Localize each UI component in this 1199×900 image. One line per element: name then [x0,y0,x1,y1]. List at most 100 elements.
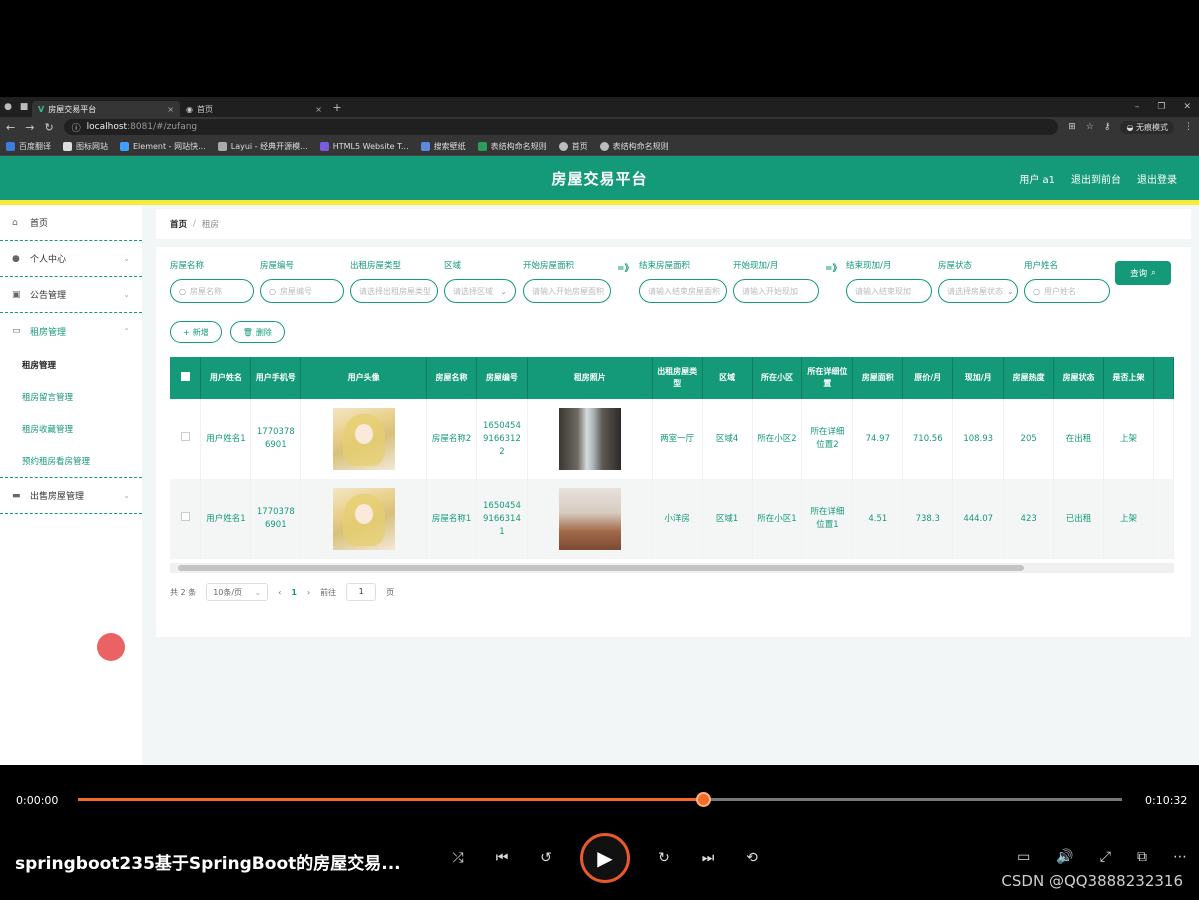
bookmark-item[interactable]: 首页 [558,141,588,152]
table-row[interactable]: 用户姓名1 17703786901 房屋名称2 165045491663122 … [170,399,1174,479]
tab-title: 首页 [196,104,213,114]
sidebar-item-notice[interactable]: ▣ 公告管理 ⌄ [0,277,142,313]
area-start-input[interactable]: 请输入开始房屋面积 [523,279,611,303]
url-field[interactable]: ⓘ localhost:8081/#/zufang [63,119,1059,135]
sidebar-item-profile[interactable]: ● 个人中心 ⌄ [0,241,142,277]
close-icon[interactable]: × [315,105,322,114]
tab-list-icon[interactable]: ■ [16,102,32,112]
goto-page-input[interactable]: 1 [346,583,377,601]
submenu-item-rental-appointment[interactable]: 预约租房看房管理 [0,445,142,477]
rental-photo-image[interactable] [558,408,621,470]
sidebar-item-sale[interactable]: ▬ 出售房屋管理 ⌄ [0,478,142,514]
bookmark-item[interactable]: 百度翻译 [6,141,51,152]
row-checkbox[interactable] [180,512,190,521]
current-page[interactable]: 1 [291,588,297,597]
submenu-item-rental-message[interactable]: 租房留言管理 [0,381,142,413]
price-end-input[interactable]: 请输入结束现加 [846,279,932,303]
bookmark-item[interactable]: 搜索壁纸 [420,141,466,152]
forward-30-icon[interactable]: ↻ [654,848,674,868]
sidebar-item-home[interactable]: ⌂ 首页 [0,205,142,241]
sidebar: ⌂ 首页 ● 个人中心 ⌄ ▣ 公告管理 ⌄ ▭ 租房管理 ⌃ 租房管理 租房留… [0,205,142,765]
cell-region: 区域1 [702,479,753,559]
next-icon[interactable]: ⏭ [698,848,718,868]
key-icon[interactable]: ⚷ [1104,122,1111,132]
user-avatar-image[interactable] [332,408,395,470]
page-size-select[interactable]: 10条/页 ⌄ [206,583,269,601]
element-icon [120,141,129,151]
row-checkbox[interactable] [180,432,190,441]
miniplayer-icon[interactable]: ⧉ [1137,849,1147,865]
shuffle-icon[interactable]: ⤮ [448,848,468,868]
close-icon[interactable]: × [167,105,174,114]
delete-button[interactable]: 🗑 删除 [229,321,285,343]
new-tab-button[interactable]: + [328,101,346,114]
previous-icon[interactable]: ⏮ [492,848,512,868]
house-icon: ▬ [12,490,21,501]
star-icon[interactable]: ☆ [1086,122,1094,132]
tab-platform[interactable]: V 房屋交易平台 × [32,101,180,117]
back-icon[interactable]: ← [6,121,15,134]
house-name-input[interactable]: ○ 房屋名称 [170,279,254,303]
house-code-input[interactable]: ○ 房屋编号 [260,279,344,303]
to-front-link[interactable]: 退出到前台 [1071,171,1121,186]
tab-home[interactable]: ◉ 首页 × [180,101,328,117]
sidebar-item-rental[interactable]: ▭ 租房管理 ⌃ [0,313,142,349]
page-size-label: 10条/页 [213,587,243,597]
select-all-cell [170,357,202,399]
table-row[interactable]: 用户姓名1 17703786901 房屋名称1 165045491663141 … [170,479,1174,559]
rental-photo-image[interactable] [558,488,621,550]
bookmark-item[interactable]: Layui - 经典开源模... [217,141,308,152]
bookmark-item[interactable]: 图标网站 [63,141,108,152]
search-icon: ○ [269,286,276,296]
scrollbar-thumb[interactable] [178,565,1024,571]
more-options-icon[interactable]: ⋯ [1173,849,1187,865]
csdn-watermark: CSDN @QQ3888232316 [1001,872,1183,890]
bookmark-item[interactable]: 表结构命名规则 [599,141,669,152]
browser-menu-icon[interactable]: ● [0,102,16,112]
cell-rent-type: 小洋房 [652,479,703,559]
bookmark-item[interactable]: 表结构命名规则 [477,141,547,152]
column-header: 房屋热度 [1003,357,1055,399]
pagination: 共 2 条 10条/页 ⌄ ‹ 1 › 前往 1 页 [170,583,1177,601]
seek-bar[interactable] [78,792,1122,807]
cell-house-name: 房屋名称1 [426,479,477,559]
translate-icon[interactable]: ⊞ [1068,122,1076,132]
seek-bar-handle[interactable] [696,792,712,807]
fullscreen-icon[interactable]: ⤢ [1100,849,1111,865]
add-button[interactable]: + 新增 [170,321,222,343]
incognito-badge[interactable]: ◒ 无痕模式 [1120,120,1174,134]
data-table: 用户姓名 用户手机号 用户头像 房屋名称 房屋编号 租房照片 出租房屋类型 区域… [170,357,1174,573]
column-header: 房屋名称 [426,357,477,399]
minimize-icon[interactable]: – [1135,102,1140,112]
close-window-icon[interactable]: ✕ [1183,102,1191,112]
submenu-item-rental-favorite[interactable]: 租房收藏管理 [0,413,142,445]
more-icon[interactable]: ⋮ [1184,122,1193,132]
select-all-checkbox[interactable] [180,371,190,381]
logout-link[interactable]: 退出登录 [1137,171,1177,186]
play-button[interactable]: ▶ [580,833,630,883]
rewind-10-icon[interactable]: ↺ [536,848,556,868]
forward-icon[interactable]: → [25,121,34,134]
status-select[interactable]: 请选择房屋状态 ⌄ [938,279,1018,303]
bookmark-item[interactable]: Element - 网站快... [120,141,206,152]
region-select[interactable]: 请选择区域 ⌄ [444,279,516,303]
range-arrow: =》 [617,264,634,274]
breadcrumb-home[interactable]: 首页 [170,218,187,230]
rent-type-select[interactable]: 请选择出租房屋类型 ⌄ [350,279,438,303]
subtitles-icon[interactable]: ▭ [1017,849,1030,865]
horizontal-scrollbar[interactable] [170,563,1174,573]
query-button[interactable]: 查询 ⌕ [1115,261,1171,285]
submenu-item-rental[interactable]: 租房管理 [0,349,142,381]
user-avatar-image[interactable] [332,488,395,550]
next-page-icon[interactable]: › [307,588,310,597]
filter-label: 区域 [444,261,462,271]
prev-page-icon[interactable]: ‹ [278,588,281,597]
price-start-input[interactable]: 请输入开始现加 [733,279,819,303]
volume-icon[interactable]: 🔊 [1056,849,1073,865]
maximize-icon[interactable]: ❐ [1157,102,1165,112]
area-end-input[interactable]: 请输入结束房屋面积 [639,279,727,303]
bookmark-item[interactable]: HTML5 Website T... [319,141,409,151]
repeat-icon[interactable]: ⟲ [742,848,762,868]
reload-icon[interactable]: ↻ [44,121,53,134]
user-name-input[interactable]: ○ 用户姓名 [1024,279,1110,303]
